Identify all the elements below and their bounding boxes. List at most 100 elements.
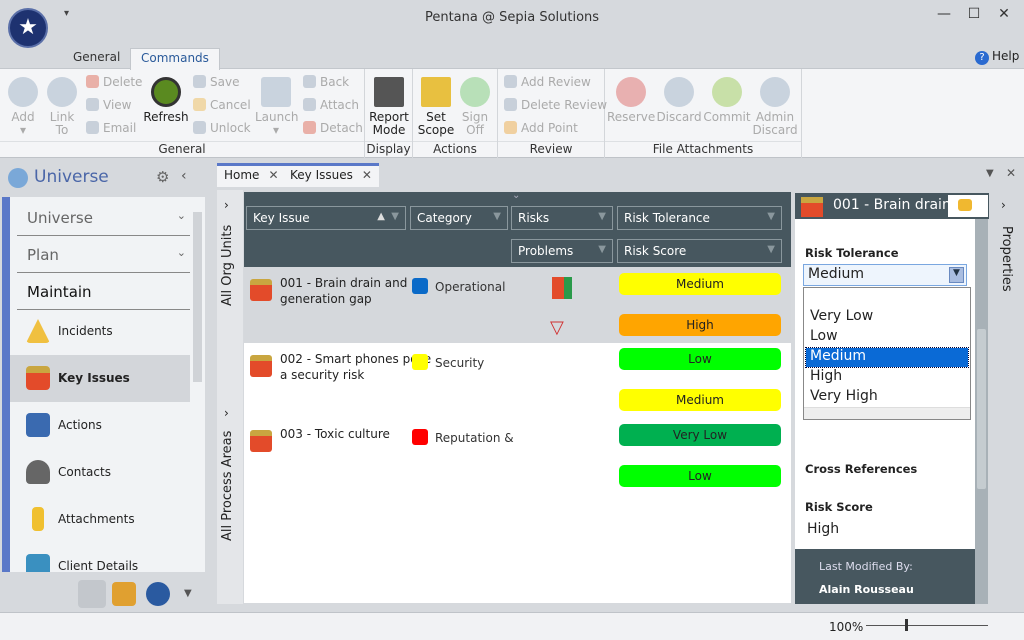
commit-button[interactable]: Commit xyxy=(703,77,751,124)
table-row[interactable]: 001 - Brain drain and generation gap Ope… xyxy=(244,267,791,343)
collapse-panel-button[interactable]: ‹ xyxy=(181,168,187,184)
chevron-down-icon[interactable]: ▼ xyxy=(949,267,964,283)
expand-properties-icon[interactable]: › xyxy=(1001,198,1006,212)
filter-icon[interactable]: ▼ xyxy=(493,211,501,222)
view-button[interactable]: View xyxy=(86,98,131,112)
option-medium[interactable]: Medium xyxy=(805,347,969,368)
help-button[interactable]: ? Help xyxy=(975,49,1019,65)
properties-view-button[interactable] xyxy=(948,195,988,217)
close-tab-icon[interactable]: ✕ xyxy=(268,168,278,182)
delete-button[interactable]: Delete xyxy=(86,75,142,89)
option-high[interactable]: High xyxy=(806,368,968,387)
group-label-display: Display xyxy=(365,141,412,156)
option-low[interactable]: Low xyxy=(806,328,968,347)
option-very-low[interactable]: Very Low xyxy=(806,308,968,327)
process-areas-filter[interactable]: All Process Areas xyxy=(220,431,235,541)
sign-off-button[interactable]: Sign Off xyxy=(457,77,493,137)
view-icon xyxy=(86,98,99,111)
nav-item-contacts[interactable]: Contacts xyxy=(10,449,190,496)
column-risks[interactable]: Risks ▼ xyxy=(511,206,613,230)
column-risk-tolerance[interactable]: Risk Tolerance ▼ xyxy=(617,206,782,230)
dropdown-resize-grip[interactable] xyxy=(804,407,970,419)
nav-section-plan[interactable]: Plan ⌄ xyxy=(17,236,190,273)
report-mode-button[interactable]: Report Mode xyxy=(369,77,409,137)
calendar-nav-icon[interactable] xyxy=(112,582,136,606)
add-point-button[interactable]: Add Point xyxy=(504,121,578,135)
option-very-high[interactable]: Very High xyxy=(806,388,968,407)
expand-process-areas-icon[interactable]: › xyxy=(224,406,229,420)
nav-scrollbar[interactable] xyxy=(193,212,202,382)
set-scope-icon xyxy=(421,77,451,107)
problem-warning-icon[interactable]: ▽ xyxy=(550,317,564,338)
risk-tolerance-badge: Medium xyxy=(619,273,781,295)
add-review-button[interactable]: Add Review xyxy=(504,75,591,89)
risk-icon[interactable] xyxy=(552,277,572,299)
nav-section-universe[interactable]: Universe ⌄ xyxy=(17,199,190,236)
filter-icon[interactable]: ▼ xyxy=(767,244,775,255)
properties-strip-label[interactable]: Properties xyxy=(999,226,1014,292)
unlock-button[interactable]: Unlock xyxy=(193,121,251,135)
universe-nav-icon[interactable] xyxy=(78,580,106,608)
add-button[interactable]: Add ▾ xyxy=(6,77,40,137)
discard-button[interactable]: Discard xyxy=(655,77,703,124)
panel-menu-dropdown[interactable]: ▼ xyxy=(986,168,994,179)
ribbon-tab-general[interactable]: General xyxy=(63,48,130,69)
last-modified-value: Alain Rousseau xyxy=(819,583,914,596)
tab-key-issues[interactable]: Key Issues ✕ xyxy=(283,163,379,187)
maximize-button[interactable]: ☐ xyxy=(964,6,984,22)
chevron-down-icon: ⌄ xyxy=(176,246,186,259)
chevron-down-icon[interactable]: ⌄ xyxy=(512,190,520,201)
column-key-issue[interactable]: Key Issue ▲ ▼ xyxy=(246,206,406,230)
email-button[interactable]: Email xyxy=(86,121,136,135)
detach-icon xyxy=(303,121,316,134)
zoom-slider[interactable] xyxy=(866,625,988,626)
column-category[interactable]: Category ▼ xyxy=(410,206,508,230)
properties-scrollbar[interactable] xyxy=(975,219,988,604)
filter-icon[interactable]: ▼ xyxy=(598,211,606,222)
detach-button[interactable]: Detach xyxy=(303,121,363,135)
filter-icon[interactable]: ▼ xyxy=(391,211,399,222)
sign-off-icon xyxy=(460,77,490,107)
nav-item-actions[interactable]: Actions xyxy=(10,402,190,449)
contact-icon xyxy=(26,460,50,484)
launch-button[interactable]: Launch ▾ xyxy=(255,77,298,137)
nav-item-client-details[interactable]: Client Details xyxy=(10,543,190,572)
close-button[interactable]: ✕ xyxy=(994,6,1014,22)
cancel-button[interactable]: Cancel xyxy=(193,98,251,112)
nav-item-attachments[interactable]: Attachments xyxy=(10,496,190,543)
more-nav-dropdown[interactable]: ▼ xyxy=(184,588,192,599)
admin-discard-button[interactable]: Admin Discard xyxy=(751,77,799,137)
back-button[interactable]: Back xyxy=(303,75,349,89)
table-row[interactable]: 003 - Toxic culture Reputation & Very Lo… xyxy=(244,418,791,496)
reserve-button[interactable]: Reserve xyxy=(607,77,655,124)
nav-section-maintain[interactable]: Maintain xyxy=(17,273,190,310)
column-risk-score[interactable]: Risk Score ▼ xyxy=(617,239,782,263)
delete-review-button[interactable]: Delete Review xyxy=(504,98,607,112)
zoom-slider-thumb[interactable] xyxy=(905,619,908,631)
expand-org-units-icon[interactable]: › xyxy=(224,198,229,212)
panel-close-button[interactable]: ✕ xyxy=(1006,166,1016,180)
column-problems[interactable]: Problems ▼ xyxy=(511,239,613,263)
filter-icon[interactable]: ▼ xyxy=(598,244,606,255)
ribbon-tab-commands[interactable]: Commands xyxy=(130,48,220,70)
close-tab-icon[interactable]: ✕ xyxy=(362,168,372,182)
scroll-thumb[interactable] xyxy=(977,329,986,489)
risk-tolerance-dropdown: Very Low Low Medium High Very High xyxy=(803,287,971,420)
minimize-button[interactable]: — xyxy=(934,6,954,22)
nav-item-key-issues[interactable]: Key Issues xyxy=(10,355,190,402)
attach-button[interactable]: Attach xyxy=(303,98,359,112)
table-row[interactable]: 002 - Smart phones pose a security risk … xyxy=(244,343,791,418)
user-nav-icon[interactable] xyxy=(146,582,170,606)
gear-icon[interactable]: ⚙ xyxy=(156,168,169,186)
link-to-button[interactable]: Link To xyxy=(44,77,80,137)
nav-item-incidents[interactable]: Incidents xyxy=(10,308,190,355)
tab-home[interactable]: Home ✕ xyxy=(217,163,286,187)
filter-icon[interactable]: ▼ xyxy=(767,211,775,222)
key-issue-icon xyxy=(250,355,272,377)
refresh-button[interactable]: Refresh xyxy=(143,77,189,124)
set-scope-button[interactable]: Set Scope xyxy=(417,77,455,137)
risk-tolerance-select[interactable]: Medium ▼ xyxy=(803,264,967,286)
status-bar: 100% xyxy=(0,612,1024,640)
save-button[interactable]: Save xyxy=(193,75,239,89)
org-units-filter[interactable]: All Org Units xyxy=(220,225,235,306)
